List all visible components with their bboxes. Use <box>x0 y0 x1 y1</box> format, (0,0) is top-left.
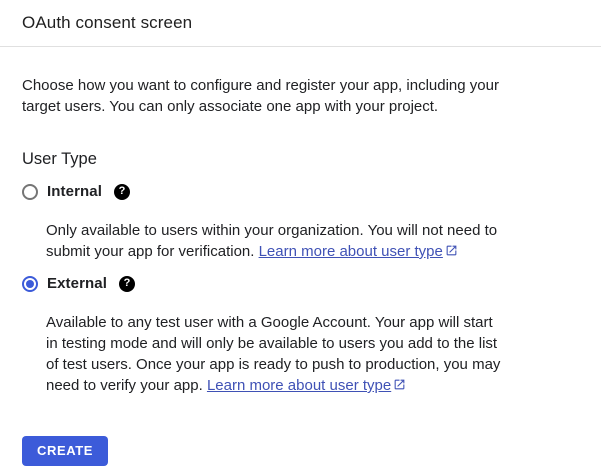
open-in-new-icon <box>445 244 458 257</box>
radio-option-external[interactable]: External ? <box>22 275 579 292</box>
radio-external-label[interactable]: External <box>47 275 107 292</box>
intro-text: Choose how you want to configure and reg… <box>22 75 522 117</box>
open-in-new-icon <box>393 378 406 391</box>
user-type-heading: User Type <box>22 150 579 169</box>
external-description: Available to any test user with a Google… <box>46 312 508 396</box>
internal-description: Only available to users within your orga… <box>46 220 508 262</box>
page-title: OAuth consent screen <box>22 13 579 33</box>
radio-unchecked-icon[interactable] <box>22 184 38 200</box>
learn-more-link-external[interactable]: Learn more about user type <box>207 377 406 394</box>
create-button[interactable]: CREATE <box>22 436 108 466</box>
help-icon[interactable]: ? <box>119 276 135 292</box>
radio-checked-icon[interactable] <box>22 276 38 292</box>
header-divider <box>0 46 601 47</box>
main-content: Choose how you want to configure and reg… <box>0 75 601 466</box>
learn-more-link-text[interactable]: Learn more about user type <box>259 243 443 260</box>
learn-more-link-internal[interactable]: Learn more about user type <box>259 243 458 260</box>
page-header: OAuth consent screen <box>0 0 601 46</box>
help-icon[interactable]: ? <box>114 184 130 200</box>
radio-option-internal[interactable]: Internal ? <box>22 183 579 200</box>
radio-internal-label[interactable]: Internal <box>47 183 102 200</box>
learn-more-link-text[interactable]: Learn more about user type <box>207 377 391 394</box>
